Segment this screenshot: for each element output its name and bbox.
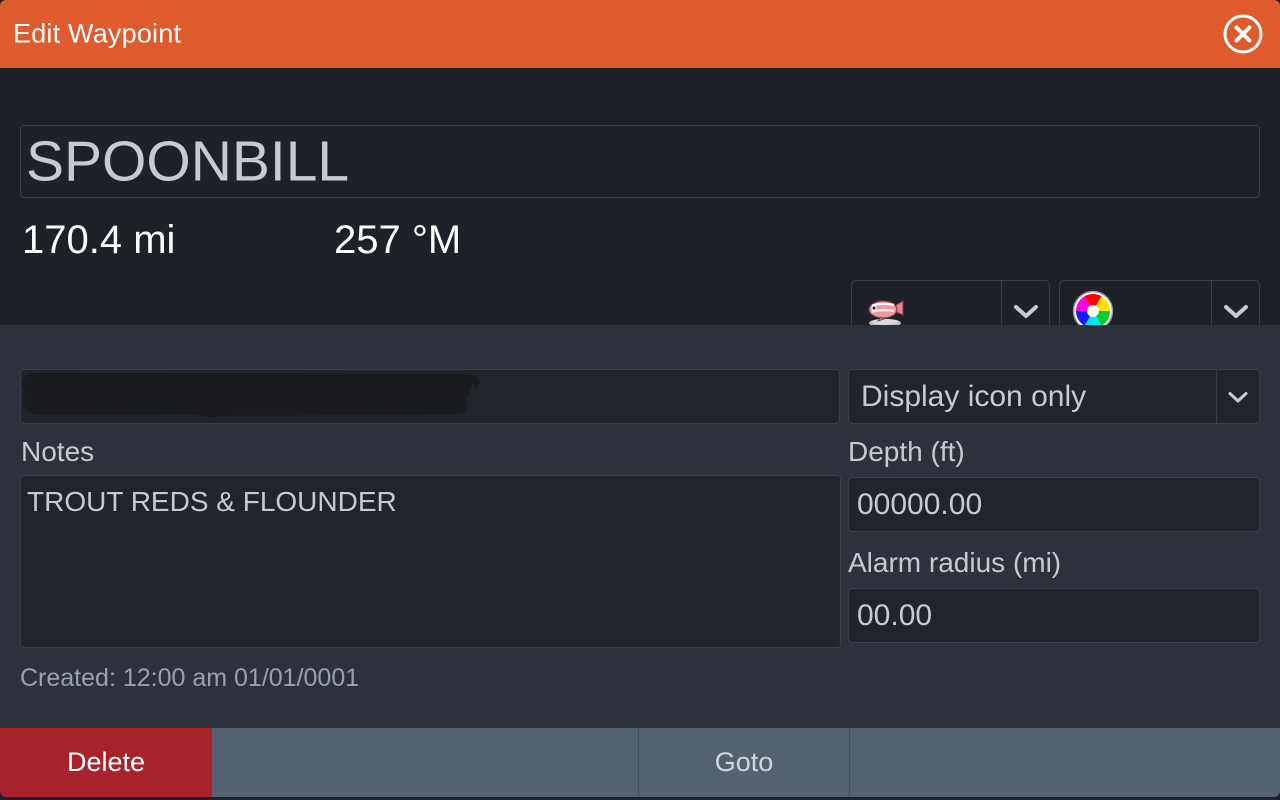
dialog-button-bar: Delete Goto: [0, 728, 1280, 800]
created-timestamp: Created: 12:00 am 01/01/0001: [20, 664, 360, 692]
delete-button[interactable]: Delete: [0, 728, 212, 797]
blank-button-left[interactable]: [212, 728, 639, 797]
title-bar: Edit Waypoint: [0, 0, 1280, 68]
chevron-down-icon[interactable]: [1217, 370, 1259, 423]
dialog-title: Edit Waypoint: [13, 18, 182, 49]
waypoint-details-panel: Display icon only Notes TROUT REDS & FLO…: [0, 325, 1280, 728]
depth-input[interactable]: 00000.00: [848, 477, 1260, 532]
goto-button[interactable]: Goto: [639, 728, 850, 797]
waypoint-summary-panel: SPOONBILL 170.4 mi 257 °M: [0, 68, 1280, 341]
alarm-radius-label: Alarm radius (mi): [848, 547, 1062, 578]
bearing-value: 257 °M: [334, 218, 462, 262]
notes-textarea[interactable]: TROUT REDS & FLOUNDER: [20, 475, 841, 648]
display-mode-value: Display icon only: [861, 379, 1087, 413]
display-mode-select[interactable]: Display icon only: [848, 369, 1260, 424]
edit-waypoint-dialog: Edit Waypoint SPOONBILL 170.4 mi 257 °M: [0, 0, 1280, 800]
alarm-radius-value: 00.00: [857, 598, 933, 632]
notes-label: Notes: [21, 436, 95, 467]
blank-button-right[interactable]: [850, 728, 1280, 797]
waypoint-name-value: SPOONBILL: [26, 129, 350, 193]
distance-value: 170.4 mi: [22, 218, 176, 262]
close-icon[interactable]: [1222, 13, 1264, 55]
coordinates-redaction: [22, 372, 480, 418]
waypoint-name-input[interactable]: SPOONBILL: [20, 125, 1260, 198]
notes-value: TROUT REDS & FLOUNDER: [27, 486, 397, 517]
coordinates-input[interactable]: [20, 369, 840, 424]
depth-label: Depth (ft): [848, 436, 965, 467]
alarm-radius-input[interactable]: 00.00: [848, 588, 1260, 643]
depth-value: 00000.00: [857, 487, 983, 521]
